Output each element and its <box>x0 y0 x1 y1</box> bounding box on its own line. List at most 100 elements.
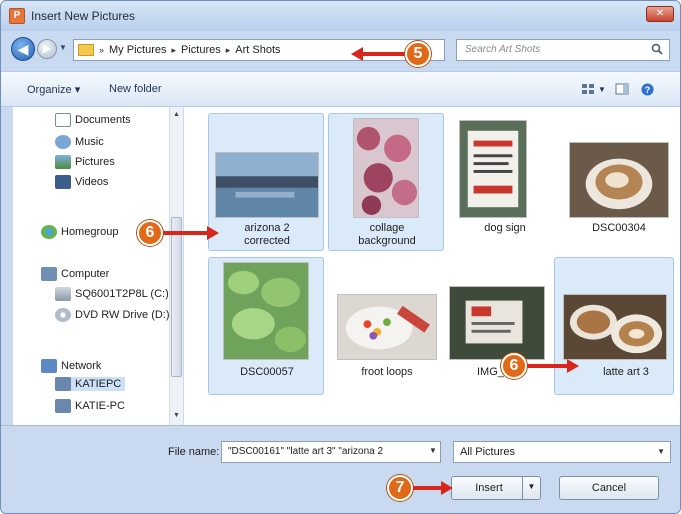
sidebar-item-label: Computer <box>61 268 110 280</box>
drive-icon <box>55 287 71 301</box>
search-input[interactable]: Search Art Shots <box>456 39 670 61</box>
photo-thumbnail <box>337 294 437 360</box>
breadcrumb-art-shots[interactable]: Art Shots <box>235 44 280 56</box>
sidebar-item-label: Pictures <box>75 156 115 168</box>
callout-arrowhead <box>207 226 219 240</box>
callout-arrow <box>163 231 209 235</box>
sidebar-item-label: Network <box>61 360 102 372</box>
sidebar-item-videos[interactable]: Videos <box>55 175 108 189</box>
callout-arrowhead <box>567 359 579 373</box>
file-name: dog sign <box>484 222 526 234</box>
address-bar[interactable]: » My Pictures ▸ Pictures ▸ Art Shots <box>73 39 445 61</box>
sidebar-item-documents[interactable]: Documents <box>55 113 131 127</box>
new-folder-button[interactable]: New folder <box>109 83 162 95</box>
close-button[interactable]: ✕ <box>646 6 674 22</box>
pictures-icon <box>55 155 71 169</box>
callout-step-5: 5 <box>405 41 431 67</box>
sidebar-item-homegroup[interactable]: Homegroup <box>41 225 118 239</box>
sidebar-scrollbar[interactable]: ▲ ▼ <box>169 107 183 425</box>
callout-step-6: 6 <box>137 220 163 246</box>
photo-thumbnail <box>449 286 545 360</box>
photo-thumbnail <box>215 152 319 218</box>
dialog-footer: File name: "DSC00161" "latte art 3" "ari… <box>1 425 680 513</box>
callout-arrow <box>413 486 443 490</box>
dvd-drive-icon <box>55 308 71 322</box>
sidebar-item-label: Homegroup <box>61 226 119 238</box>
file-item[interactable]: latte art 3 <box>554 257 674 395</box>
breadcrumb-pictures[interactable]: Pictures <box>181 44 221 56</box>
callout-arrowhead <box>441 481 453 495</box>
view-menu-chevron-icon[interactable]: ▼ <box>598 85 606 94</box>
file-name: DSC00057 <box>240 366 294 378</box>
network-icon <box>41 359 57 373</box>
sidebar-item-music[interactable]: Music <box>55 135 104 149</box>
sidebar-item-label: Music <box>75 136 104 148</box>
file-item[interactable]: arizona 2 corrected <box>208 113 324 251</box>
sidebar-item-katie-pc[interactable]: KATIE-PC <box>55 399 125 413</box>
scrollbar-thumb[interactable] <box>171 217 182 377</box>
folder-icon <box>78 44 94 56</box>
sidebar-item-label: SQ6001T2P8L (C:) <box>75 288 169 300</box>
file-type-select[interactable]: All Pictures ▼ <box>453 441 671 463</box>
navigation-bar: ◀ ▶ ▼ » My Pictures ▸ Pictures ▸ Art Sho… <box>1 31 680 71</box>
title-bar: P Insert New Pictures ✕ <box>1 1 680 31</box>
file-name-dropdown-icon[interactable]: ▼ <box>429 446 437 455</box>
chevron-right-icon: ▸ <box>225 44 231 55</box>
callout-step-6: 6 <box>501 353 527 379</box>
file-item[interactable]: dog sign <box>446 113 562 251</box>
file-item[interactable]: froot loops <box>328 257 444 395</box>
music-icon <box>55 135 71 149</box>
search-placeholder: Search Art Shots <box>465 44 541 55</box>
file-name: froot loops <box>361 366 413 378</box>
computer-icon <box>41 267 57 281</box>
file-name: collage background <box>358 222 416 247</box>
file-name-field[interactable]: "DSC00161" "latte art 3" "arizona 2 <box>221 441 441 463</box>
sidebar-item-dvd-drive[interactable]: DVD RW Drive (D:) <box>55 308 170 322</box>
back-button[interactable]: ◀ <box>11 37 35 61</box>
file-item[interactable]: collage background <box>328 113 444 251</box>
photo-thumbnail <box>569 142 669 218</box>
breadcrumb-my-pictures[interactable]: My Pictures <box>109 44 166 56</box>
file-list: arizona 2 corrected collage background dog… <box>184 107 680 425</box>
search-icon[interactable] <box>651 43 663 55</box>
documents-icon <box>55 113 71 127</box>
sidebar-item-network[interactable]: Network <box>41 359 101 373</box>
recent-pages-icon[interactable]: ▼ <box>59 41 69 55</box>
photo-thumbnail <box>353 118 419 218</box>
app-icon: P <box>9 8 25 24</box>
insert-pictures-dialog: P Insert New Pictures ✕ ◀ ▶ ▼ » My Pictu… <box>0 0 681 514</box>
file-type-value: All Pictures <box>460 446 516 458</box>
navigation-pane: Documents Music Pictures Videos Homegrou… <box>13 107 178 425</box>
sidebar-item-label: KATIE-PC <box>75 400 125 412</box>
sidebar-item-label: Documents <box>75 114 131 126</box>
sidebar-item-pictures[interactable]: Pictures <box>55 155 115 169</box>
file-name-label: File name: <box>168 446 220 458</box>
network-pc-icon <box>55 377 71 391</box>
file-item[interactable]: DSC00057 <box>208 257 324 395</box>
chevron-right-icon: ▸ <box>171 44 177 55</box>
scroll-down-icon[interactable]: ▼ <box>173 412 180 419</box>
help-icon[interactable]: ? <box>641 83 654 96</box>
sidebar-item-drive-c[interactable]: SQ6001T2P8L (C:) <box>55 287 169 301</box>
cancel-button[interactable]: Cancel <box>559 476 659 500</box>
sidebar-item-label: KATIEPC <box>75 378 122 390</box>
view-options-icon[interactable] <box>581 83 595 95</box>
svg-text:?: ? <box>645 85 651 95</box>
callout-step-7: 7 <box>387 475 413 501</box>
photo-thumbnail <box>459 120 527 218</box>
insert-button-label: Insert <box>475 482 503 494</box>
file-item[interactable]: DSC00304 <box>560 113 676 251</box>
photo-thumbnail <box>563 294 667 360</box>
organize-button[interactable]: Organize ▾ <box>27 83 80 96</box>
forward-button[interactable]: ▶ <box>37 39 57 59</box>
videos-icon <box>55 175 71 189</box>
homegroup-icon <box>41 225 57 239</box>
file-name: arizona 2 corrected <box>244 222 290 247</box>
chevron-right-icon: » <box>99 45 105 55</box>
sidebar-item-computer[interactable]: Computer <box>41 267 109 281</box>
sidebar-item-katiepc[interactable]: KATIEPC <box>55 377 126 391</box>
scroll-up-icon[interactable]: ▲ <box>173 111 180 118</box>
preview-pane-icon[interactable] <box>615 83 629 95</box>
insert-options-dropdown-icon[interactable]: ▼ <box>522 476 540 500</box>
sidebar-item-label: Videos <box>75 176 109 188</box>
